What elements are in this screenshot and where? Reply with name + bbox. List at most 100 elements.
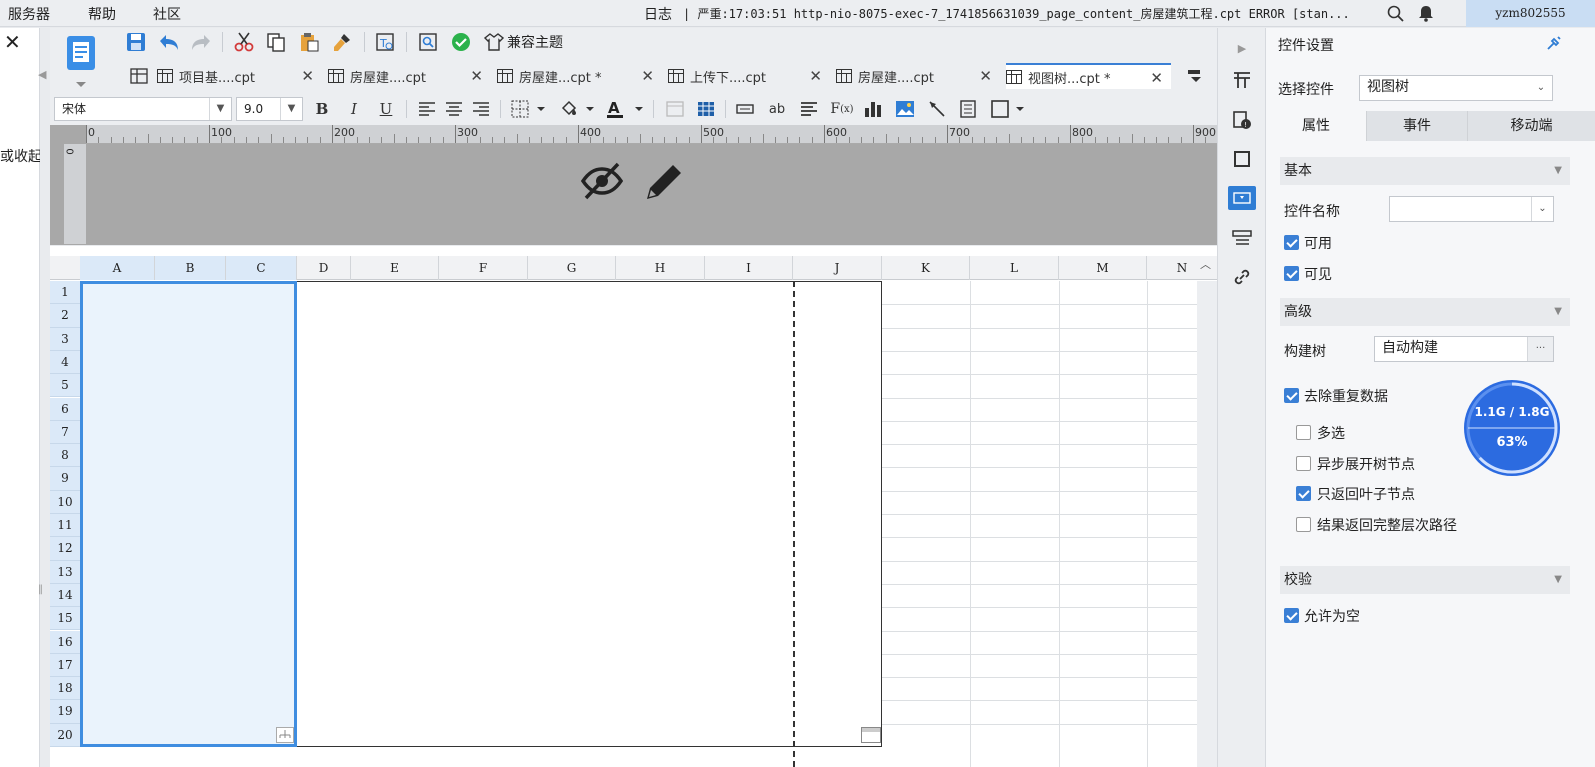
preview-icon[interactable] (416, 30, 440, 54)
subreport-icon[interactable] (957, 97, 979, 121)
border-icon[interactable] (508, 97, 548, 121)
column-header[interactable]: A (80, 256, 155, 280)
column-header[interactable]: C (226, 256, 297, 280)
copy-icon[interactable] (264, 30, 288, 54)
formula-icon[interactable]: F (x) (829, 97, 855, 121)
tree-widget-icon[interactable] (276, 727, 294, 743)
log-label[interactable]: 日志 (644, 4, 672, 24)
align-right-icon[interactable] (470, 97, 492, 121)
pencil-icon[interactable] (643, 161, 685, 203)
italic-button[interactable]: I (344, 97, 364, 121)
row-header[interactable]: 9 (50, 467, 80, 491)
rich-text-icon[interactable] (798, 97, 820, 121)
column-header[interactable]: L (970, 256, 1059, 280)
row-header[interactable]: 8 (50, 444, 80, 468)
column-header[interactable]: I (705, 256, 793, 280)
leaf-only-checkbox[interactable] (1296, 486, 1311, 501)
tab-file-6[interactable]: 视图树...cpt * ✕ (1006, 63, 1171, 89)
row-header[interactable]: 2 (50, 304, 80, 328)
column-header[interactable]: H (616, 256, 705, 280)
font-family-select[interactable]: 宋体 ▼ (54, 97, 232, 121)
close-tab-icon[interactable]: ✕ (979, 67, 992, 85)
bold-button[interactable]: B (312, 97, 332, 121)
tab-file-2[interactable]: 房屋建....cpt ✕ (328, 63, 491, 89)
tab-list-icon[interactable] (130, 67, 148, 85)
column-header[interactable]: E (351, 256, 439, 280)
spreadsheet-grid[interactable]: A B C D E F G H I J K L M N ︿ 1 2 3 4 5 6 7 8 9 10 11 12 13 14 15 16 1… (50, 246, 1218, 767)
tab-file-4[interactable]: 上传下....cpt ✕ (668, 63, 830, 89)
underline-button[interactable]: U (376, 97, 396, 121)
bell-icon[interactable] (1418, 5, 1434, 22)
visible-checkbox[interactable] (1284, 266, 1299, 281)
close-tab-icon[interactable]: ✕ (470, 67, 483, 85)
close-tab-icon[interactable]: ✕ (809, 67, 822, 85)
cell-attr-icon[interactable] (1230, 68, 1254, 92)
row-header[interactable]: 12 (50, 537, 80, 561)
text-field-icon[interactable] (734, 97, 756, 121)
column-header[interactable]: D (297, 256, 351, 280)
image-icon[interactable] (894, 97, 916, 121)
collapse-left-icon[interactable]: ◀ (38, 68, 46, 81)
insert-object-icon[interactable] (989, 97, 1027, 121)
chart-icon[interactable] (862, 97, 884, 121)
row-header[interactable]: 6 (50, 397, 80, 421)
build-tree-field[interactable]: 自动构建 ··· (1374, 336, 1554, 362)
paste-icon[interactable] (297, 30, 321, 54)
vertical-scrollbar[interactable] (1197, 281, 1218, 767)
column-header[interactable]: B (155, 256, 226, 280)
link-icon[interactable] (1230, 265, 1254, 289)
row-header[interactable]: 19 (50, 700, 80, 724)
select-all-corner[interactable] (50, 256, 80, 280)
section-validation[interactable]: 校验 ▼ (1280, 566, 1570, 594)
row-header[interactable]: 1 (50, 281, 80, 305)
eye-slash-icon[interactable] (580, 160, 624, 202)
allow-empty-checkbox[interactable] (1284, 608, 1299, 623)
row-header[interactable]: 13 (50, 560, 80, 584)
memory-gauge[interactable]: 1.1G / 1.8G 63% (1462, 378, 1562, 478)
multi-select-checkbox[interactable] (1296, 425, 1311, 440)
row-header[interactable]: 17 (50, 653, 80, 678)
expand-right-icon[interactable]: ▶ (1230, 36, 1254, 60)
section-basic[interactable]: 基本 ▼ (1280, 157, 1570, 185)
row-header[interactable]: 16 (50, 630, 80, 654)
column-header[interactable]: K (882, 256, 970, 280)
row-header[interactable]: 18 (50, 677, 80, 701)
column-header[interactable]: G (528, 256, 616, 280)
column-header[interactable]: F (439, 256, 528, 280)
tab-file-1[interactable]: 项目基....cpt ✕ (157, 63, 322, 89)
align-center-icon[interactable] (443, 97, 465, 121)
widget-cell-icon[interactable] (861, 727, 881, 743)
tab-events[interactable]: 事件 (1367, 111, 1468, 141)
font-color-icon[interactable]: A (604, 97, 646, 121)
check-icon[interactable] (449, 30, 473, 54)
menu-community[interactable]: 社区 (153, 4, 181, 24)
tab-properties[interactable]: 属性 (1266, 111, 1367, 141)
slash-icon[interactable] (926, 97, 948, 121)
save-icon[interactable] (124, 30, 148, 54)
close-tab-icon[interactable]: ✕ (1150, 69, 1163, 87)
section-advanced[interactable]: 高级 ▼ (1280, 298, 1570, 326)
app-logo-icon[interactable] (64, 34, 98, 90)
text-preview-icon[interactable]: T (373, 30, 397, 54)
log-message[interactable]: | 严重:17:03:51 http-nio-8075-exec-7_17418… (683, 5, 1373, 22)
async-expand-checkbox[interactable] (1296, 456, 1311, 471)
full-path-checkbox[interactable] (1296, 517, 1311, 532)
pin-icon[interactable] (1546, 35, 1562, 51)
align-left-icon[interactable] (416, 97, 438, 121)
selected-cell-range[interactable] (80, 281, 297, 747)
select-widget-dropdown[interactable]: 视图树 ⌄ (1359, 75, 1553, 101)
undo-icon[interactable] (157, 30, 181, 54)
close-icon[interactable]: ✕ (4, 32, 21, 52)
redo-icon[interactable] (189, 30, 213, 54)
tab-file-3[interactable]: 房屋建...cpt * ✕ (497, 63, 662, 89)
cell-style-icon[interactable] (664, 97, 686, 121)
row-header[interactable]: 3 (50, 327, 80, 351)
theme-button[interactable]: 兼容主题 (484, 32, 563, 52)
font-size-select[interactable]: 9.0 ▼ (236, 97, 303, 121)
fill-color-icon[interactable] (557, 97, 597, 121)
close-tab-icon[interactable]: ✕ (641, 67, 654, 85)
row-header[interactable]: 7 (50, 420, 80, 445)
row-header[interactable]: 5 (50, 374, 80, 398)
search-icon[interactable] (1387, 5, 1404, 22)
column-header[interactable]: M (1059, 256, 1147, 280)
